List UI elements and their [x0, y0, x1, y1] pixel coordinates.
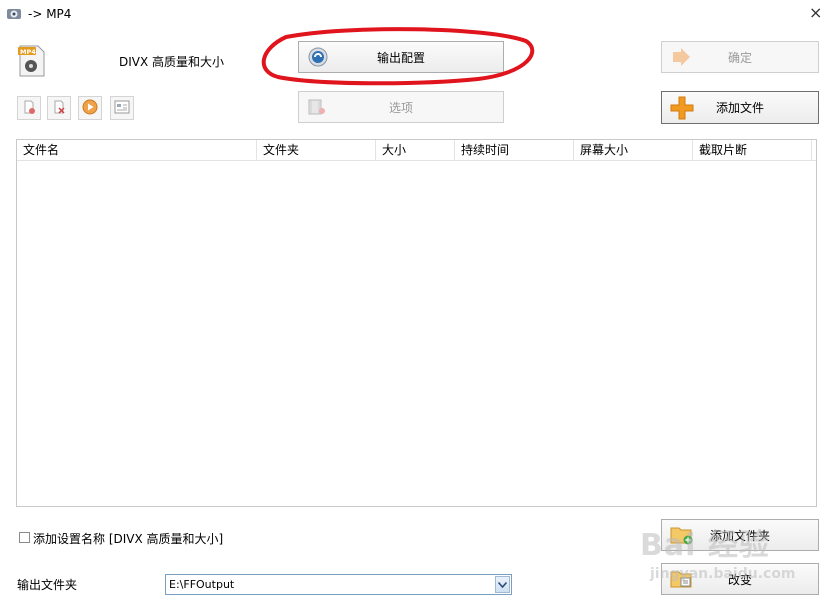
ok-button[interactable]: 确定 — [661, 41, 819, 73]
add-file-label: 添加文件 — [715, 101, 764, 115]
media-info-button[interactable] — [110, 96, 134, 120]
column-clip[interactable]: 截取片断 — [693, 140, 812, 160]
output-folder-select[interactable]: E:\FFOutput — [165, 574, 512, 595]
red-highlight-ellipse — [258, 27, 538, 92]
ok-label: 确定 — [727, 50, 752, 65]
dropdown-arrow-icon[interactable] — [495, 576, 510, 593]
close-icon[interactable]: × — [809, 3, 822, 22]
ok-arrow-icon — [670, 46, 692, 68]
media-info-icon — [114, 100, 130, 117]
mp4-file-icon: MP4 — [16, 44, 48, 81]
column-size[interactable]: 大小 — [376, 140, 455, 160]
watermark-logo: Bai 经验 — [640, 528, 770, 563]
output-folder-value: E:\FFOutput — [169, 578, 235, 591]
column-filename[interactable]: 文件名 — [17, 140, 257, 160]
add-setting-name-label: 添加设置名称 [DIVX 高质量和大小] — [33, 532, 224, 546]
file-list-header: 文件名 文件夹 大小 持续时间 屏幕大小 截取片断 — [17, 140, 816, 161]
column-folder[interactable]: 文件夹 — [257, 140, 376, 160]
options-icon — [307, 97, 327, 117]
play-icon — [82, 99, 98, 118]
clear-list-button[interactable] — [47, 96, 71, 120]
profile-name: DIVX 高质量和大小 — [119, 55, 225, 69]
options-button[interactable]: 选项 — [298, 91, 504, 123]
clear-list-icon — [52, 100, 66, 117]
remove-file-icon — [22, 100, 36, 117]
add-plus-icon — [670, 96, 694, 120]
svg-text:MP4: MP4 — [20, 48, 36, 56]
watermark-url: jingyan.baidu.com — [650, 566, 796, 582]
output-folder-label: 输出文件夹 — [17, 578, 78, 592]
remove-file-button[interactable] — [17, 96, 41, 120]
window-title: -> MP4 — [28, 7, 72, 21]
play-button[interactable] — [78, 96, 102, 120]
options-label: 选项 — [388, 100, 413, 115]
column-screen-size[interactable]: 屏幕大小 — [574, 140, 693, 160]
column-duration[interactable]: 持续时间 — [455, 140, 574, 160]
app-icon — [6, 7, 22, 24]
file-list[interactable]: 文件名 文件夹 大小 持续时间 屏幕大小 截取片断 — [16, 139, 817, 507]
title-bar: -> MP4 × — [0, 0, 832, 30]
add-file-button[interactable]: 添加文件 — [661, 91, 819, 124]
add-setting-name-checkbox[interactable] — [19, 532, 30, 543]
